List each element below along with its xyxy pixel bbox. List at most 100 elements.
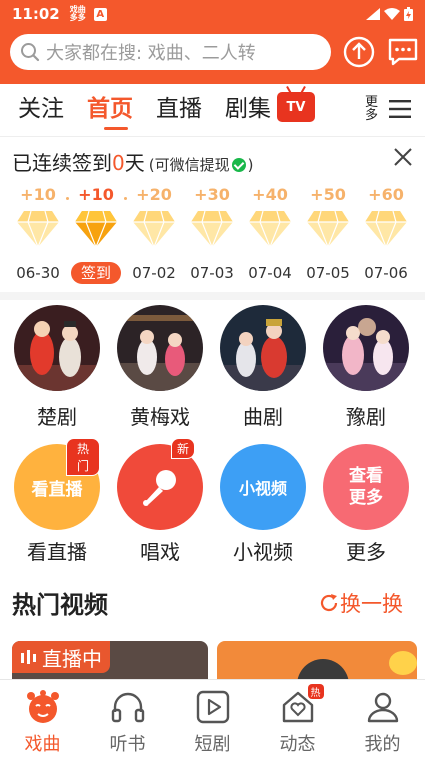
status-app-icon: 戏曲多多 — [69, 5, 86, 22]
top-tabs: 关注 首页 直播 剧集 TV — [0, 84, 425, 136]
day-date: 07-03 — [190, 264, 234, 282]
day-date: 06-30 — [16, 264, 60, 282]
refresh-icon — [320, 594, 338, 612]
nav-label: 短剧 — [194, 734, 231, 755]
search-icon — [21, 43, 40, 62]
app-header: 11:02 戏曲多多 A 大家都在搜: 戏曲、二人转 — [0, 0, 425, 84]
upload-icon — [343, 36, 375, 68]
close-icon[interactable] — [391, 145, 415, 169]
sing-button[interactable]: 新 — [117, 438, 203, 530]
message-icon — [388, 38, 418, 66]
shortcut-more[interactable]: 查看更多 更多 — [323, 444, 409, 565]
shortcut-sing[interactable]: 新 唱戏 — [117, 438, 203, 565]
video-thumbnail[interactable] — [217, 641, 417, 681]
nav-profile[interactable]: 我的 — [340, 680, 425, 757]
wechat-check-icon — [231, 157, 246, 172]
day-points: +20 — [136, 185, 172, 204]
hot-badge: 热门 — [66, 438, 100, 476]
day-date: 07-04 — [248, 264, 292, 282]
watch-live-circle-text: 看直播 — [31, 479, 83, 500]
diamond-icon — [365, 210, 407, 249]
live-tag: 直播中 — [12, 641, 110, 673]
tab-home[interactable]: 首页 — [87, 84, 133, 136]
hot-videos-title: 热门视频 — [12, 591, 108, 619]
checkin-day: +60 07-06 — [361, 185, 411, 284]
genre-huangmei-opera[interactable]: 黄梅戏 — [117, 305, 203, 430]
short-video-button[interactable]: 小视频 — [220, 444, 306, 530]
refresh-button[interactable]: 换一换 — [318, 588, 403, 618]
day-points: +10 — [20, 185, 56, 204]
tab-live[interactable]: 直播 — [156, 84, 202, 136]
nav-label: 听书 — [109, 734, 146, 755]
battery-icon — [404, 7, 413, 21]
shortcut-label: 看直播 — [27, 540, 87, 564]
search-row: 大家都在搜: 戏曲、二人转 — [0, 28, 425, 76]
video-preview-art — [297, 651, 417, 681]
checkin-day: +10 06-30 — [13, 185, 63, 284]
nav-label: 戏曲 — [24, 734, 61, 755]
day-points: +60 — [368, 185, 404, 204]
search-placeholder: 大家都在搜: 戏曲、二人转 — [46, 43, 256, 64]
checkin-note-close: ) — [247, 155, 254, 174]
refresh-label: 换一换 — [340, 592, 403, 616]
diamond-icon — [249, 210, 291, 249]
genre-yu-opera[interactable]: 豫剧 — [323, 305, 409, 430]
tab-series[interactable]: 剧集 TV — [225, 84, 315, 136]
headphones-icon — [111, 692, 144, 723]
nav-audiobook[interactable]: 听书 — [85, 680, 170, 757]
diamond-icon — [17, 210, 59, 249]
diamond-icon — [75, 210, 117, 249]
checkin-card: 已连续签到 0 天 (可微信提现 ) +10 06-30 +10 签到 +20 … — [0, 136, 425, 292]
message-button[interactable] — [387, 35, 419, 69]
checkin-title: 已连续签到 0 天 (可微信提现 ) — [12, 147, 253, 176]
genre-chu-opera[interactable]: 楚剧 — [14, 305, 100, 430]
search-input[interactable]: 大家都在搜: 戏曲、二人转 — [10, 34, 331, 70]
video-thumbnail-live[interactable]: 直播中 — [12, 641, 208, 681]
checkin-day-today[interactable]: +10 签到 — [71, 185, 121, 284]
checkin-button[interactable]: 签到 — [71, 262, 121, 284]
genre-image — [220, 305, 306, 391]
menu-icon[interactable] — [389, 100, 411, 118]
checkin-note-open: (可微信提现 — [148, 156, 230, 174]
shortcut-short-video[interactable]: 小视频 小视频 — [220, 444, 306, 565]
hot-badge: 热 — [307, 684, 324, 699]
genre-image — [14, 305, 100, 391]
more-circle-text: 查看更多 — [349, 466, 383, 508]
day-points: +30 — [194, 185, 230, 204]
checkin-title-suffix: 天 — [124, 151, 145, 175]
section-divider — [0, 292, 425, 300]
nav-opera[interactable]: 戏曲 — [0, 680, 85, 757]
nav-short-drama[interactable]: 短剧 — [170, 680, 255, 757]
checkin-day: +40 07-04 — [245, 185, 295, 284]
nav-feed[interactable]: 热 动态 — [255, 680, 340, 757]
day-points: +40 — [252, 185, 288, 204]
more-button[interactable]: 查看更多 — [323, 444, 409, 530]
genre-qu-opera[interactable]: 曲剧 — [220, 305, 306, 430]
tab-follow[interactable]: 关注 — [18, 84, 64, 136]
day-points: +10 — [78, 185, 114, 204]
genre-label: 黄梅戏 — [130, 405, 190, 429]
nav-label: 动态 — [279, 734, 316, 755]
wifi-icon — [384, 8, 400, 20]
user-icon — [367, 692, 398, 723]
genre-image — [323, 305, 409, 391]
genre-label: 豫剧 — [346, 405, 386, 429]
watch-live-button[interactable]: 看直播 热门 — [14, 438, 100, 530]
upload-button[interactable] — [343, 35, 375, 69]
genre-label: 楚剧 — [37, 405, 77, 429]
status-indicators — [366, 7, 413, 21]
diamond-icon — [191, 210, 233, 249]
microphone-icon — [143, 470, 176, 506]
signal-icon — [366, 8, 380, 20]
checkin-title-prefix: 已连续签到 — [12, 151, 112, 175]
genre-label: 曲剧 — [243, 405, 283, 429]
live-bars-icon — [21, 650, 36, 664]
new-badge: 新 — [171, 438, 196, 459]
play-box-icon — [196, 690, 229, 724]
tab-series-label: 剧集 — [225, 96, 271, 122]
checkin-note: (可微信提现 ) — [149, 154, 254, 175]
live-tag-label: 直播中 — [42, 646, 102, 671]
shortcut-watch-live[interactable]: 看直播 热门 看直播 — [14, 438, 100, 565]
tab-more-label[interactable]: 更多 — [365, 96, 378, 122]
shortcut-label: 小视频 — [233, 540, 293, 564]
